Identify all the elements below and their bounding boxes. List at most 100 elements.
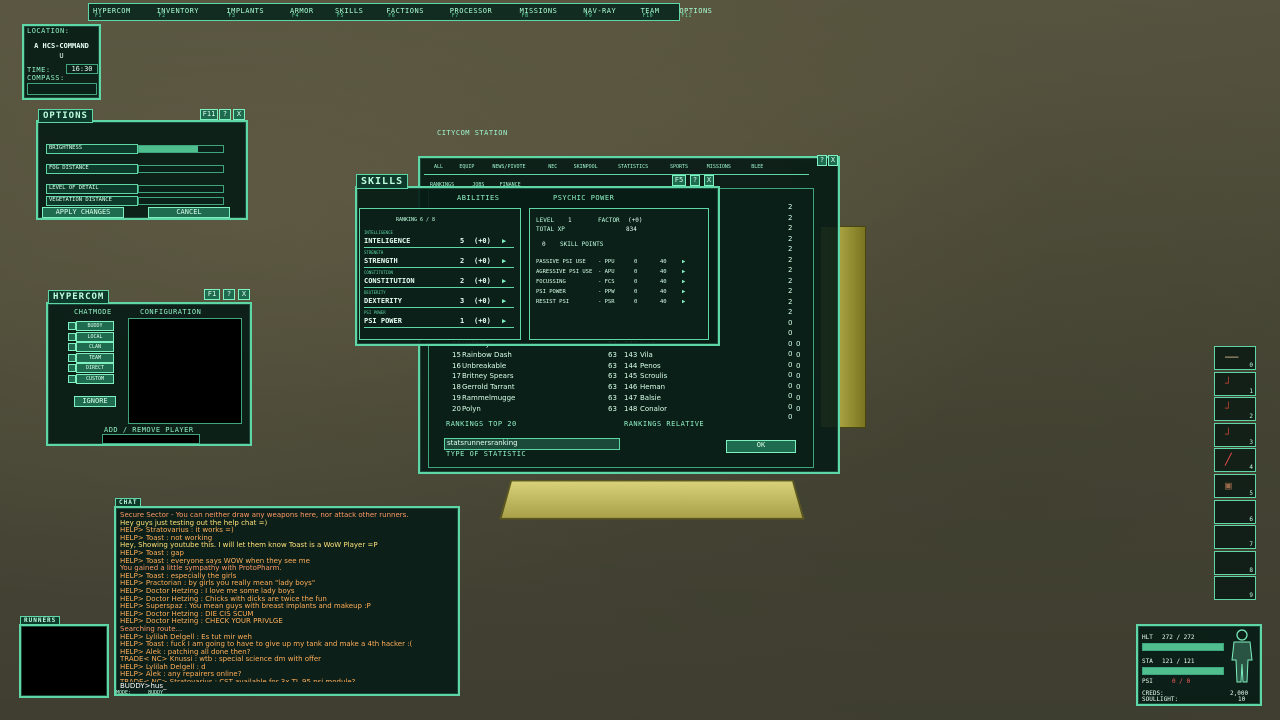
chatmode-buddy[interactable]: BUDDY [76,321,114,331]
options-f11-button[interactable]: F11 [200,109,218,120]
psi-skill-row[interactable]: RESIST PSI - PSR 0 40 ▶ [536,299,702,308]
menu-armor[interactable]: ARMOR F4 [290,4,335,19]
menu-team[interactable]: TEAM F10 [641,4,680,19]
skills-help-button[interactable]: ? [690,175,700,186]
citycom-tab[interactable]: SPORTS [670,164,688,170]
quickbelt-slot[interactable]: 6 [1214,499,1256,524]
psi-skill-row[interactable]: PASSIVE PSI USE - PPU 0 40 ▶ [536,259,702,268]
quickbelt-slot[interactable]: ┘ 1 [1214,371,1256,396]
add-player-input[interactable] [102,434,200,444]
quickbelt-slot[interactable]: ┘ 2 [1214,397,1256,422]
tab-chatmode[interactable]: CHATMODE [74,308,112,316]
quickbelt-slot[interactable]: ┘ 3 [1214,422,1256,447]
menu-factions[interactable]: FACTIONS F6 [386,4,450,19]
chat-input[interactable]: BUDDY>hus_ [120,682,450,690]
skill-increase-icon[interactable]: ▶ [502,237,506,245]
hypercom-window: HYPERCOM CHATMODE CONFIGURATION BUDDY LOC… [46,290,252,446]
cancel-button[interactable]: CANCEL [148,207,230,218]
menu-hypercom[interactable]: HYPERCOM F1 [93,4,157,19]
psi-skill-max: 40 [660,259,667,265]
ranking-col-value: 0 [788,381,793,390]
chatmode-toggle[interactable] [68,364,76,372]
options-help-button[interactable]: ? [219,109,231,120]
psi-skill-increase-icon[interactable]: ▶ [682,269,685,275]
quickbelt-slot[interactable]: 8 [1214,550,1256,575]
citycom-tab[interactable]: EQUIP [459,164,474,170]
citycom-help-button[interactable]: ? [817,155,827,166]
hypercom-help-button[interactable]: ? [223,289,235,300]
chatmode-toggle[interactable] [68,343,76,351]
skill-row[interactable]: CONSTITUTION 2 (+0) ▶ [364,277,514,288]
skill-increase-icon[interactable]: ▶ [502,297,506,305]
sta-value: 121 / 121 [1162,658,1195,665]
chatmode-direct[interactable]: DIRECT [76,363,114,373]
apply-changes-button[interactable]: APPLY CHANGES [42,207,124,218]
menu-implants[interactable]: IMPLANTS F3 [226,4,290,19]
citycom-tab[interactable]: MISSIONS [707,164,731,170]
citycom-tab[interactable]: STATISTICS [618,164,648,170]
psi-skill-increase-icon[interactable]: ▶ [682,289,685,295]
menu-missions[interactable]: MISSIONS F8 [520,4,584,19]
option-slider[interactable] [138,197,224,205]
tab-configuration[interactable]: CONFIGURATION [140,308,201,316]
ok-button[interactable]: OK [726,440,796,453]
skill-row[interactable]: STRENGTH 2 (+0) ▶ [364,257,514,268]
quickbelt-slot[interactable]: ╱ 4 [1214,448,1256,473]
psi-skill-increase-icon[interactable]: ▶ [682,259,685,265]
hypercom-f1-button[interactable]: F1 [204,289,220,300]
ranking-col-value: 2 [788,276,793,285]
psi-skill-increase-icon[interactable]: ▶ [682,279,685,285]
option-slider[interactable] [138,145,224,153]
psi-skill-row[interactable]: PSI POWER - PPW 0 40 ▶ [536,289,702,298]
chatmode-toggle[interactable] [68,353,76,362]
chatmode-toggle[interactable] [68,322,76,330]
chatmode-local[interactable]: LOCAL [76,331,114,342]
option-slider[interactable] [138,165,224,173]
skill-row[interactable]: INTELIGENCE 5 (+0) ▶ [364,237,514,248]
skills-close-button[interactable]: X [704,175,714,186]
skill-subhead: STRENGTH [364,250,384,255]
statistic-select[interactable]: statsrunnersranking [444,438,620,450]
skill-increase-icon[interactable]: ▶ [502,257,506,265]
skill-increase-icon[interactable]: ▶ [502,277,506,285]
quickbelt-slot[interactable]: ▣ 5 [1214,474,1256,498]
chatmode-team[interactable]: TEAM [76,352,114,363]
menu-inventory[interactable]: INVENTORY F2 [157,4,227,19]
ranking-name: Unbreakable [462,361,507,370]
psi-skill-increase-icon[interactable]: ▶ [682,299,685,305]
options-close-button[interactable]: X [233,109,245,120]
psi-skill-row[interactable]: FOCUSSING - FCS 0 40 ▶ [536,279,702,288]
citycom-tab[interactable]: NEC [548,164,557,170]
citycom-tab[interactable]: SKINPOOL [574,164,598,170]
chatmode-custom[interactable]: CUSTOM [76,373,114,384]
chatmode-clan[interactable]: CLAN [76,342,114,352]
menu-processor[interactable]: PROCESSOR F7 [450,4,520,19]
chatmode-toggle[interactable] [68,374,76,383]
ranking-value: 0 [796,383,801,392]
skill-increase-icon[interactable]: ▶ [502,317,506,325]
skill-row[interactable]: DEXTERITY 3 (+0) ▶ [364,297,514,308]
quickbelt-slot[interactable]: ── 0 [1214,346,1256,370]
time-label: TIME: [27,66,51,74]
menu-options[interactable]: OPTIONS F11 [679,4,736,19]
menu-navray[interactable]: NAV-RAY F9 [583,4,640,19]
totalxp-value: 834 [626,226,637,233]
citycom-tab[interactable]: ALL [434,164,443,170]
menu-skills[interactable]: SKILLS F5 [335,4,386,19]
hypercom-close-button[interactable]: X [238,289,250,300]
status-panel: HLT 272 / 272 STA 121 / 121 PSI 0 / 0 CR… [1136,624,1262,706]
citycom-close-button[interactable]: X [828,155,838,166]
ignore-button[interactable]: IGNORE [74,396,116,407]
citycom-tabs: ALL EQUIP NEWS/PIVOTE NEC SKINPOOL STATISTICS… [424,162,809,188]
hlt-label: HLT [1142,634,1153,641]
quickbelt-slot[interactable]: 7 [1214,525,1256,550]
option-slider[interactable] [138,185,224,193]
psi-skill-row[interactable]: AGRESSIVE PSI USE - APU 0 40 ▶ [536,269,702,278]
chatmode-toggle[interactable] [68,332,76,341]
skills-f5-button[interactable]: F5 [672,175,686,186]
chat-mode-value[interactable]: BUDDY [148,690,163,696]
skill-row[interactable]: PSI POWER 1 (+0) ▶ [364,317,514,328]
citycom-tab[interactable]: BLEE [751,164,763,170]
quickbelt-slot[interactable]: 9 [1214,576,1256,601]
citycom-tab[interactable]: NEWS/PIVOTE [492,164,525,170]
